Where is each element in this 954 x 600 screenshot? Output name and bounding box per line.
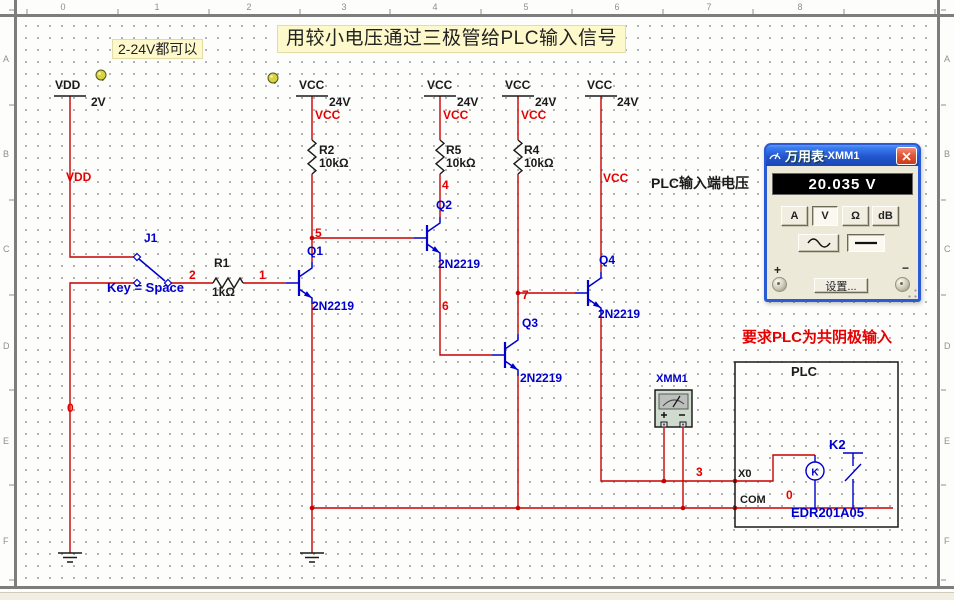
multimeter-reading: 20.035 V xyxy=(772,173,913,195)
r2-value[interactable]: 10kΩ xyxy=(319,157,349,171)
q4-ref[interactable]: Q4 xyxy=(599,254,615,268)
pushpin-icon-1[interactable] xyxy=(96,70,106,81)
switch-blade xyxy=(139,259,165,281)
plc-requirement-note[interactable]: 要求PLC为共阴极输入 xyxy=(742,329,892,346)
dc-line-icon xyxy=(854,239,878,247)
net-0-left[interactable]: 0 xyxy=(67,402,74,416)
net-4[interactable]: 4 xyxy=(442,179,449,193)
net-6[interactable]: 6 xyxy=(442,300,449,314)
vcc4-part-label[interactable]: VCC xyxy=(587,79,612,93)
volt-mode-button[interactable]: V xyxy=(812,206,838,226)
relay-k2[interactable]: K xyxy=(806,453,863,508)
vcc2-part-label[interactable]: VCC xyxy=(427,79,452,93)
multimeter-title: 万用表 xyxy=(785,146,824,165)
settings-button[interactable]: 设置... xyxy=(814,278,868,293)
transistor-q3[interactable] xyxy=(492,334,518,376)
q1-ref[interactable]: Q1 xyxy=(307,245,323,259)
j1-key-label[interactable]: Key = Space xyxy=(107,281,184,296)
multisim-workspace: 012345678ABCDEFABCDEF xyxy=(0,0,954,600)
r5-value[interactable]: 10kΩ xyxy=(446,157,476,171)
pushpin-icon-2[interactable] xyxy=(268,73,278,84)
k2-ref[interactable]: K2 xyxy=(829,438,846,453)
grounds[interactable] xyxy=(58,553,324,562)
sine-wave-icon xyxy=(807,238,831,248)
q3-part[interactable]: 2N2219 xyxy=(520,372,562,386)
net-1[interactable]: 1 xyxy=(259,269,266,283)
title-note[interactable]: 用较小电压通过三极管给PLC输入信号 xyxy=(277,25,626,53)
resize-grip[interactable] xyxy=(908,289,917,298)
net-5[interactable]: 5 xyxy=(315,227,322,241)
multimeter-instrument-icon[interactable] xyxy=(655,390,692,427)
multimeter-window[interactable]: 万用表 -XMM1 20.035 V A V Ω dB + − 设 xyxy=(764,143,921,302)
wire-switch-to-ground xyxy=(70,283,137,553)
multimeter-titlebar[interactable]: 万用表 -XMM1 xyxy=(766,145,919,166)
r4-value[interactable]: 10kΩ xyxy=(524,157,554,171)
net-3[interactable]: 3 xyxy=(696,466,703,480)
ground-2 xyxy=(300,553,324,562)
k2-part[interactable]: EDR201A05 xyxy=(791,506,864,521)
ac-mode-button[interactable] xyxy=(798,234,839,252)
q2-part[interactable]: 2N2219 xyxy=(438,258,480,272)
vcc-net-label-1[interactable]: VCC xyxy=(315,109,340,123)
r1-value[interactable]: 1kΩ xyxy=(212,286,235,300)
vdd-net-label[interactable]: VDD xyxy=(66,171,91,185)
xmm1-label[interactable]: XMM1 xyxy=(656,373,688,386)
multimeter-id: -XMM1 xyxy=(824,150,859,162)
q3-ref[interactable]: Q3 xyxy=(522,317,538,331)
vcc4-value[interactable]: 24V xyxy=(617,96,638,110)
resistor-r5 xyxy=(436,140,444,174)
net-2[interactable]: 2 xyxy=(189,269,196,283)
q1-part[interactable]: 2N2219 xyxy=(312,300,354,314)
db-mode-button[interactable]: dB xyxy=(872,206,899,226)
com-pin-label[interactable]: COM xyxy=(740,494,766,507)
r1-ref[interactable]: R1 xyxy=(214,257,229,271)
vdd-value[interactable]: 2V xyxy=(91,96,106,110)
vcc3-part-label[interactable]: VCC xyxy=(505,79,530,93)
relay-contact xyxy=(843,453,863,508)
ground-1 xyxy=(58,553,82,562)
close-icon xyxy=(902,152,911,161)
range-note[interactable]: 2-24V都可以 xyxy=(112,39,203,59)
x0-pin-label[interactable]: X0 xyxy=(738,468,751,481)
vcc-net-label-3[interactable]: VCC xyxy=(521,109,546,123)
multimeter-window-icon xyxy=(768,149,782,163)
positive-terminal[interactable] xyxy=(772,277,787,292)
transistor-q2[interactable] xyxy=(414,217,440,259)
resistor-r2 xyxy=(308,140,316,174)
net-7[interactable]: 7 xyxy=(522,289,529,303)
vcc1-part-label[interactable]: VCC xyxy=(299,79,324,93)
plc-box-label[interactable]: PLC xyxy=(791,365,817,380)
plus-sign: + xyxy=(774,263,781,277)
j1-ref[interactable]: J1 xyxy=(144,232,157,246)
ampere-mode-button[interactable]: A xyxy=(781,206,808,226)
ohm-mode-button[interactable]: Ω xyxy=(842,206,869,226)
resistor-r4 xyxy=(514,140,522,174)
net-0-com[interactable]: 0 xyxy=(786,489,793,503)
vdd-part-label[interactable]: VDD xyxy=(55,79,80,93)
q4-part[interactable]: 2N2219 xyxy=(598,308,640,322)
transistor-q1[interactable] xyxy=(286,262,312,304)
vcc-net-label-4[interactable]: VCC xyxy=(603,172,628,186)
dc-mode-button[interactable] xyxy=(847,234,885,252)
close-button[interactable] xyxy=(896,147,917,165)
plc-voltage-note[interactable]: PLC输入端电压 xyxy=(651,175,749,191)
relay-coil-letter: K xyxy=(811,468,819,479)
vcc-net-label-2[interactable]: VCC xyxy=(443,109,468,123)
q2-ref[interactable]: Q2 xyxy=(436,199,452,213)
minus-sign: − xyxy=(902,261,909,275)
